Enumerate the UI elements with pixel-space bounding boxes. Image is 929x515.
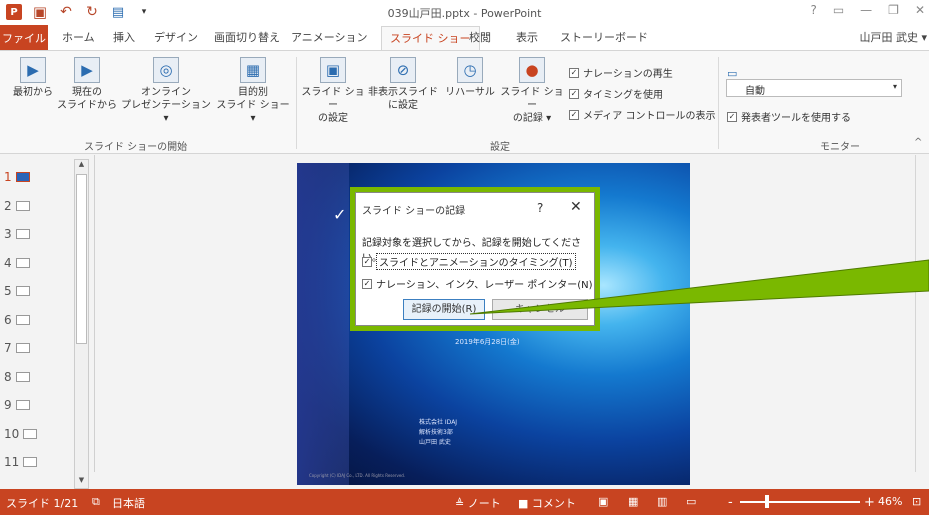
status-bar: スライド 1/21 ⧉ 日本語 ≜ ノート ■ コメント ▣ ▦ ▥ ▭ - +… <box>0 489 929 515</box>
slide-sorter-icon[interactable]: ▦ <box>628 495 638 508</box>
zoom-slider[interactable] <box>740 501 860 503</box>
zoom-out-button[interactable]: - <box>728 495 733 510</box>
fit-to-window-icon[interactable]: ⊡ <box>912 495 921 508</box>
callout-arrow <box>469 259 929 315</box>
zoom-level[interactable]: 46% <box>878 495 902 508</box>
spellcheck-icon[interactable]: ⧉ <box>92 495 100 509</box>
reading-view-icon[interactable]: ▥ <box>657 495 667 508</box>
zoom-slider-thumb[interactable] <box>765 495 769 508</box>
slide-counter: スライド 1/21 <box>6 497 79 510</box>
zoom-in-button[interactable]: + <box>864 495 875 510</box>
language-indicator[interactable]: 日本語 <box>112 495 145 511</box>
slideshow-icon[interactable]: ▭ <box>686 495 696 508</box>
notes-button[interactable]: ≜ ノート <box>455 495 501 511</box>
normal-view-icon[interactable]: ▣ <box>598 495 608 508</box>
callout-arrow-shape <box>469 259 929 315</box>
comments-button[interactable]: ■ コメント <box>518 495 576 511</box>
